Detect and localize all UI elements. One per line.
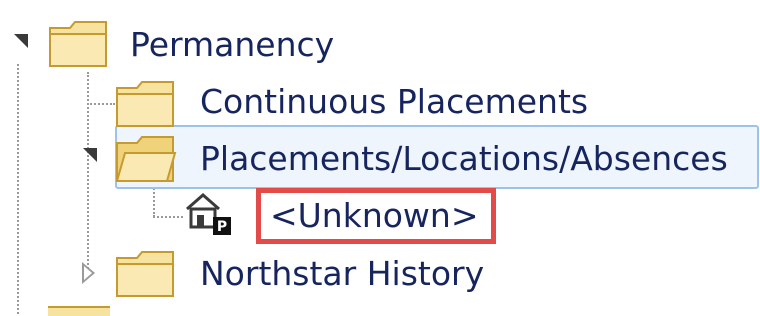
- house-p-icon: P: [183, 187, 235, 239]
- folder-open-icon: [115, 135, 177, 183]
- tree-item-northstar-history[interactable]: Northstar History: [200, 254, 484, 294]
- tree-item-permanency[interactable]: Permanency: [130, 25, 334, 65]
- tree-item-placements-locations-absences[interactable]: Placements/Locations/Absences: [200, 139, 728, 179]
- folder-icon: [48, 306, 110, 316]
- tree-item-continuous-placements[interactable]: Continuous Placements: [200, 82, 588, 122]
- tree-connector: [153, 216, 183, 218]
- expand-arrow-icon[interactable]: [83, 148, 97, 162]
- tree-connector: [87, 103, 115, 105]
- collapsed-arrow-icon[interactable]: [82, 262, 95, 284]
- folder-icon: [115, 80, 177, 128]
- folder-icon: [48, 20, 110, 68]
- folder-icon: [115, 250, 177, 298]
- tree-connector: [17, 64, 19, 314]
- tree-connector: [87, 72, 89, 272]
- tree-item-unknown[interactable]: <Unknown>: [270, 196, 479, 236]
- house-badge: P: [217, 219, 227, 235]
- expand-arrow-icon[interactable]: [14, 34, 28, 48]
- tree-connector: [153, 185, 155, 217]
